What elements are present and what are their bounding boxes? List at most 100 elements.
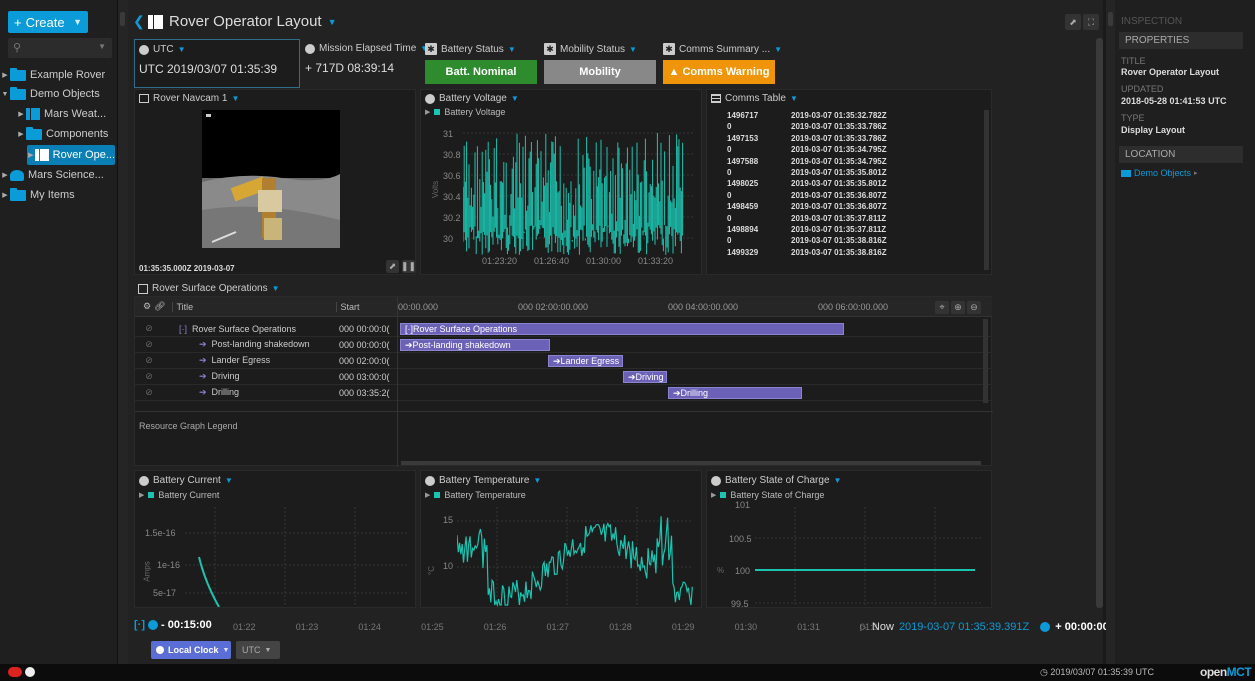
gear-icon[interactable]: ⚙ [143,301,151,312]
comms-table-panel[interactable]: Comms Table ▼ 1496717 2019-03-07 01:35:32… [706,89,992,275]
column-title[interactable]: Title [171,301,336,312]
tree-item-example-rover[interactable]: ▶ Example Rover [0,65,118,85]
activity-state-icon[interactable]: ⊘ [139,371,159,382]
expand-arrow-icon[interactable]: ▶ [0,171,10,179]
utc-clock-panel[interactable]: UTC ▼ UTC 2019/03/07 01:35:39 [134,39,300,88]
timeline-panel[interactable]: ⚙ 🔗︎ Title Start 00:00.000 000 02:00:00.0… [134,296,993,467]
time-conductor-start[interactable]: [·] - 00:15:00 [134,619,212,631]
plot-legend[interactable]: ▶ Battery Voltage [425,107,505,117]
main-scrollbar[interactable] [1096,38,1103,608]
status-icon[interactable] [25,667,35,677]
search-input[interactable]: ⚲ ▼ [8,38,112,58]
back-arrow-icon[interactable]: ❮ [133,13,145,30]
link-icon[interactable]: 🔗︎ [154,301,165,312]
timeline-divider[interactable] [397,297,398,467]
chevron-down-icon[interactable]: ▼ [508,45,516,54]
chevron-down-icon[interactable]: ▼ [225,476,233,485]
table-row[interactable]: ⊘ ➔ Post-landing shakedown 000 00:00:0( [135,337,397,353]
expand-arrow-icon[interactable]: ▶ [0,191,10,199]
tree-item-my-items[interactable]: ▶ My Items [0,185,118,205]
table-scrollbar[interactable] [984,110,989,270]
chevron-down-icon[interactable]: ▼ [178,45,186,54]
battery-voltage-panel[interactable]: Battery Voltage ▼ ▶ Battery Voltage Volt… [420,89,702,275]
expand-arrow-icon[interactable]: ▶ [425,108,430,116]
battery-current-panel[interactable]: Battery Current ▼ ▶ Battery Current Amps… [134,470,416,608]
chevron-down-icon[interactable]: ▼ [533,476,541,485]
chevron-down-icon[interactable]: ▼ [774,45,782,54]
battery-voltage-plot[interactable] [463,125,693,255]
table-row[interactable]: 0 2019-03-07 01:35:33.786Z [727,122,977,133]
activity-state-icon[interactable]: ⊘ [139,355,159,366]
chevron-down-icon[interactable]: ▼ [511,94,519,103]
collapse-arrow-icon[interactable]: ▼ [0,91,10,98]
timeline-bar[interactable]: ➔ Drilling [668,387,802,399]
battery-soc-plot[interactable] [755,507,983,607]
battery-current-plot[interactable] [185,507,409,607]
expand-arrow-icon[interactable]: ▶ [425,491,430,499]
table-row[interactable]: 0 2019-03-07 01:35:37.811Z [727,214,977,225]
expand-arrow-icon[interactable]: ▶ [16,110,26,118]
location-link[interactable]: Demo Objects ▸ [1121,168,1198,178]
battery-status-button[interactable]: Batt. Nominal [425,60,537,84]
expand-arrow-icon[interactable]: ▶ [711,491,716,499]
plot-legend[interactable]: ▶ Battery Current [139,490,219,500]
conductor-mode-icon[interactable]: [·] [134,619,145,631]
mobility-status-button[interactable]: Mobility [544,60,656,84]
table-row[interactable]: ⊘ [·] Rover Surface Operations 000 00:00:0( [135,321,397,337]
activity-state-icon[interactable]: ⊘ [139,323,159,334]
activity-state-icon[interactable]: ⊘ [139,339,159,350]
timeline-vscroll[interactable] [983,319,988,403]
table-row[interactable]: 1498025 2019-03-07 01:35:35.801Z [727,179,977,190]
battery-temperature-plot[interactable] [457,507,693,607]
plot-legend[interactable]: ▶ Battery Temperature [425,490,526,500]
tree-item-mars-weather[interactable]: ▶ Mars Weat... [0,104,118,124]
table-row[interactable]: 1497588 2019-03-07 01:35:34.795Z [727,157,977,168]
expand-arrow-icon[interactable]: ▶ [0,71,10,79]
tree-item-rover-operator[interactable]: ▶ Rover Ope... [27,145,115,165]
activity-state-icon[interactable]: ⊘ [139,387,159,398]
chevron-down-icon[interactable]: ▼ [629,45,637,54]
tree-item-demo-objects[interactable]: ▼ Demo Objects [0,84,118,104]
table-row[interactable]: 1497153 2019-03-07 01:35:33.786Z [727,134,977,145]
table-row[interactable]: 1499329 2019-03-07 01:35:38.816Z [727,248,977,259]
expand-arrow-icon[interactable]: ▶ [27,151,35,159]
met-panel[interactable]: Mission Elapsed Time ▼ + 717D 08:39:14 [305,39,428,88]
timeline-scrollbar[interactable] [401,461,981,465]
table-row[interactable]: 1498894 2019-03-07 01:35:37.811Z [727,225,977,236]
table-row[interactable]: 0 2019-03-07 01:35:36.807Z [727,191,977,202]
table-row[interactable]: 0 2019-03-07 01:35:35.801Z [727,168,977,179]
table-row[interactable]: ⊘ ➔ Driving 000 03:00:0( [135,369,397,385]
timeline-bar[interactable]: [·] Rover Surface Operations [400,323,844,335]
expand-arrow-icon[interactable]: ▶ [139,491,144,499]
collapse-handle[interactable] [1108,12,1113,26]
battery-temperature-panel[interactable]: Battery Temperature ▼ ▶ Battery Temperat… [420,470,702,608]
time-system-select[interactable]: UTC ▼ [236,641,280,659]
zoom-out-icon[interactable]: ⊖ [967,301,981,314]
timeline-bar[interactable]: ➔ Driving [623,371,667,383]
table-row[interactable]: ⊘ ➔ Lander Egress 000 02:00:0( [135,353,397,369]
chevron-down-icon[interactable]: ▼ [790,94,798,103]
chevron-down-icon[interactable]: ▼ [328,17,337,27]
column-start[interactable]: Start [335,301,360,312]
time-conductor-end[interactable]: ▷ Now 2019-03-07 01:35:39.391Z + 00:00:0… [860,621,1109,633]
chevron-down-icon[interactable]: ▼ [272,284,280,293]
chevron-down-icon[interactable]: ▼ [231,94,239,103]
timeline-bar[interactable]: ➔ Lander Egress [548,355,623,367]
table-row[interactable]: 0 2019-03-07 01:35:38.816Z [727,236,977,247]
target-icon[interactable]: ⌖ [935,301,949,314]
table-row[interactable]: 1498459 2019-03-07 01:35:36.807Z [727,202,977,213]
clock-mode-select[interactable]: Local Clock ▼ [151,641,231,659]
battery-soc-panel[interactable]: Battery State of Charge ▼ ▶ Battery Stat… [706,470,992,609]
zoom-in-icon[interactable]: ⊕ [951,301,965,314]
tree-item-components[interactable]: ▶ Components [0,124,118,144]
new-window-button[interactable]: ⬈ [386,260,399,273]
expand-arrow-icon[interactable]: ▶ [16,130,26,138]
collapse-handle[interactable] [120,12,125,26]
timeline-bar[interactable]: ➔ Post-landing shakedown [400,339,550,351]
pause-button[interactable]: ❚❚ [401,260,416,273]
new-window-button[interactable]: ⬈ [1065,14,1081,30]
plot-legend[interactable]: ▶ Battery State of Charge [711,490,824,500]
table-row[interactable]: 0 2019-03-07 01:35:34.795Z [727,145,977,156]
tree-item-mars-science[interactable]: ▶ Mars Science... [0,165,118,185]
navcam-panel[interactable]: Rover Navcam 1 ▼ 01:35:35.000Z 2019-03-0… [134,89,416,275]
